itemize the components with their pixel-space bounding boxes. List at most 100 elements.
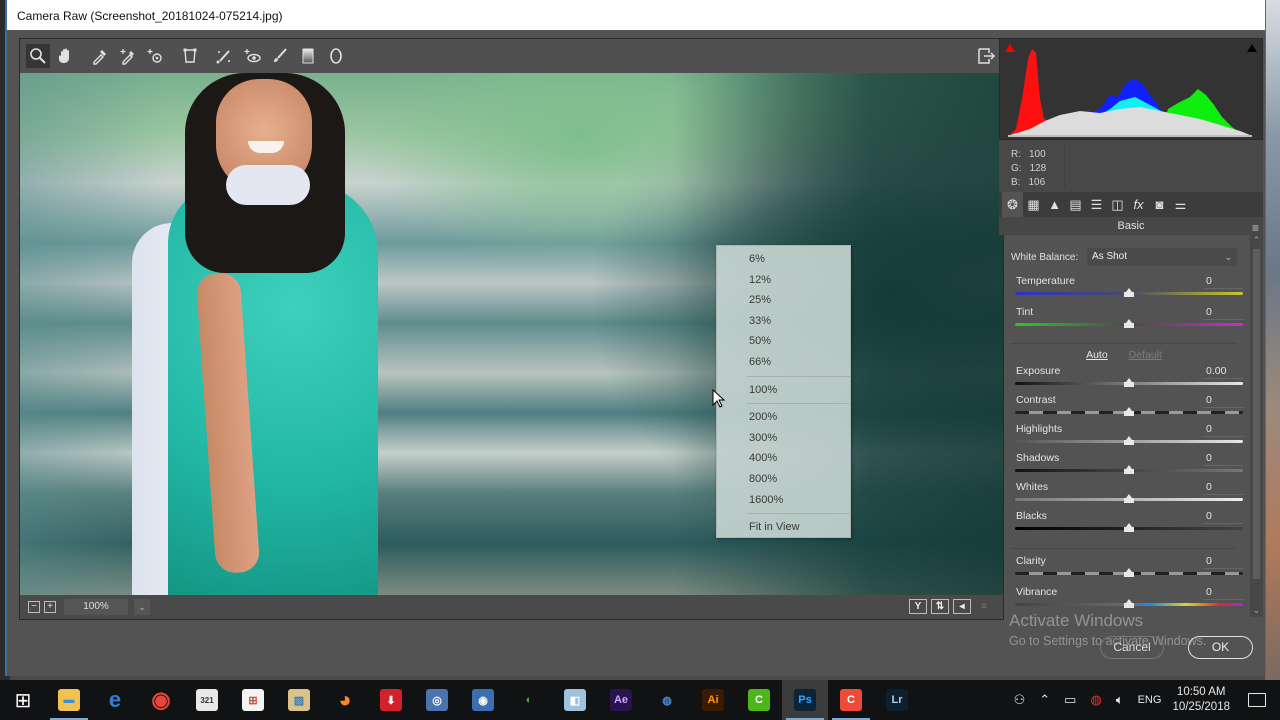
tab-basic[interactable]: ❂ — [1002, 192, 1023, 217]
white-balance-tool[interactable] — [88, 44, 112, 68]
slider-thumb[interactable] — [1124, 599, 1134, 609]
slider-thumb[interactable] — [1124, 288, 1134, 298]
taskbar-firefox[interactable]: ◕ — [322, 680, 368, 720]
copy-settings-button[interactable]: ◂ — [953, 599, 971, 614]
taskbar-file-explorer[interactable]: ▬ — [46, 680, 92, 720]
slider-value-input[interactable]: 0 — [1203, 452, 1243, 466]
zoom-tool[interactable] — [26, 44, 50, 68]
tab-tone-curve[interactable]: ▦ — [1023, 192, 1044, 217]
taskbar-after-effects[interactable]: Ae — [598, 680, 644, 720]
zoom-in-button[interactable]: + — [44, 601, 56, 613]
taskbar-start[interactable]: ⊞ — [0, 680, 46, 720]
taskbar-microsoft-store[interactable]: ⊞ — [230, 680, 276, 720]
shadow-clipping-warning-button[interactable] — [1004, 43, 1016, 53]
taskbar-media-app-2[interactable]: ◉ — [460, 680, 506, 720]
slider-thumb[interactable] — [1124, 378, 1134, 388]
slider-value-input[interactable]: 0 — [1203, 423, 1243, 437]
slider-value-input[interactable]: 0 — [1203, 275, 1243, 289]
swap-settings-button[interactable]: ⇅ — [931, 599, 949, 614]
tab-lens-corrections[interactable]: ◫ — [1107, 192, 1128, 217]
tab-detail[interactable]: ▲ — [1044, 192, 1065, 217]
zoom-menu-item[interactable]: 800% — [717, 469, 850, 490]
zoom-menu-item[interactable]: 200% — [717, 407, 850, 428]
slider-thumb[interactable] — [1124, 568, 1134, 578]
chevron-down-icon[interactable]: ⌄ — [1250, 605, 1263, 617]
tab-split-toning[interactable]: ☰ — [1086, 192, 1107, 217]
panel-scrollbar[interactable]: ⌃ ⌄ — [1250, 235, 1263, 617]
slider-value-input[interactable]: 0 — [1203, 586, 1243, 600]
before-after-toggle-button[interactable]: Y — [909, 599, 927, 614]
zoom-menu-item[interactable]: 6% — [717, 249, 850, 270]
zoom-menu-item[interactable]: 33% — [717, 311, 850, 332]
taskbar-camtasia[interactable]: C — [736, 680, 782, 720]
slider-value-input[interactable]: 0 — [1203, 510, 1243, 524]
zoom-menu-item[interactable]: 100% — [717, 380, 850, 401]
taskbar-edge[interactable]: e — [92, 680, 138, 720]
slider-thumb[interactable] — [1124, 523, 1134, 533]
slider-value-input[interactable]: 0 — [1203, 306, 1243, 320]
zoom-out-button[interactable]: − — [28, 601, 40, 613]
clock[interactable]: 10:50 AM 10/25/2018 — [1172, 685, 1230, 715]
volume-icon[interactable]: 🔈︎ — [1116, 692, 1124, 708]
taskbar-internet-download-manager[interactable]: ◐ — [506, 680, 552, 720]
people-icon[interactable]: ⚇ — [1014, 692, 1026, 708]
slider-value-input[interactable]: 0.00 — [1203, 365, 1243, 379]
scrollbar-thumb[interactable] — [1253, 249, 1260, 579]
toggle-defaults-button[interactable]: ≡ — [975, 599, 993, 614]
tab-presets[interactable]: ⚌ — [1170, 192, 1191, 217]
taskbar-camtasia-recorder[interactable]: C — [828, 680, 874, 720]
taskbar-media-app-3[interactable]: ◍ — [644, 680, 690, 720]
chevron-up-icon[interactable]: ⌃ — [1250, 235, 1263, 247]
taskbar-photos[interactable]: ▨ — [276, 680, 322, 720]
ok-button[interactable]: OK — [1188, 636, 1253, 659]
zoom-level-select[interactable]: 100% ⌄ — [64, 599, 150, 615]
slider-value-input[interactable]: 0 — [1203, 555, 1243, 569]
slider-thumb[interactable] — [1124, 465, 1134, 475]
chevron-up-icon[interactable]: ⌃ — [1039, 692, 1050, 708]
red-eye-tool[interactable] — [240, 44, 264, 68]
hand-tool[interactable] — [54, 44, 78, 68]
graduated-filter-tool[interactable] — [296, 44, 320, 68]
radial-filter-tool[interactable] — [324, 44, 348, 68]
zoom-menu-item[interactable]: 300% — [717, 428, 850, 449]
white-balance-select[interactable]: As Shot ⌄ — [1087, 248, 1237, 266]
highlight-clipping-warning-button[interactable] — [1246, 43, 1258, 53]
zoom-menu-item[interactable]: 1600% — [717, 490, 850, 511]
language-indicator[interactable]: ENG — [1138, 694, 1162, 706]
taskbar-notepad[interactable]: ◧ — [552, 680, 598, 720]
slider-thumb[interactable] — [1124, 407, 1134, 417]
photo-preview[interactable]: 6% 12% 25% 33% 50% 66% 100% 200% 300% 400% 800% 160… — [20, 73, 1003, 595]
zoom-menu-item[interactable]: 50% — [717, 331, 850, 352]
slider-value-input[interactable]: 0 — [1203, 481, 1243, 495]
taskbar-chrome[interactable]: ◉ — [138, 680, 184, 720]
taskbar-lightroom[interactable]: Lr — [874, 680, 920, 720]
targeted-adjustment-tool[interactable] — [144, 44, 168, 68]
action-center-icon[interactable] — [1248, 693, 1266, 707]
taskbar-downloader[interactable]: ⬇ — [368, 680, 414, 720]
zoom-menu-item[interactable]: 400% — [717, 448, 850, 469]
slider-thumb[interactable] — [1124, 436, 1134, 446]
slider-thumb[interactable] — [1124, 319, 1134, 329]
slider-thumb[interactable] — [1124, 494, 1134, 504]
cancel-button[interactable]: Cancel — [1100, 636, 1164, 659]
preferences-button[interactable] — [975, 45, 997, 67]
taskbar-photoshop[interactable]: Ps — [782, 680, 828, 720]
auto-link[interactable]: Auto — [1086, 349, 1108, 361]
battery-icon[interactable]: ▭ — [1064, 692, 1076, 708]
taskbar-illustrator[interactable]: Ai — [690, 680, 736, 720]
zoom-menu-item[interactable]: 66% — [717, 352, 850, 373]
zoom-menu-item[interactable]: Fit in View — [717, 517, 850, 538]
tab-hsl[interactable]: ▤ — [1065, 192, 1086, 217]
wifi-disconnected-icon[interactable]: ◍ — [1090, 692, 1101, 708]
default-link[interactable]: Default — [1129, 349, 1162, 361]
spot-removal-tool[interactable] — [212, 44, 236, 68]
tab-effects[interactable]: fx — [1128, 192, 1149, 217]
zoom-menu-item[interactable]: 12% — [717, 270, 850, 291]
taskbar-media-app-1[interactable]: ◎ — [414, 680, 460, 720]
zoom-menu-item[interactable]: 25% — [717, 290, 850, 311]
transform-tool[interactable] — [178, 44, 202, 68]
slider-value-input[interactable]: 0 — [1203, 394, 1243, 408]
adjustment-brush-tool[interactable] — [268, 44, 292, 68]
color-sampler-tool[interactable] — [116, 44, 140, 68]
tab-camera-calibration[interactable]: ◙ — [1149, 192, 1170, 217]
